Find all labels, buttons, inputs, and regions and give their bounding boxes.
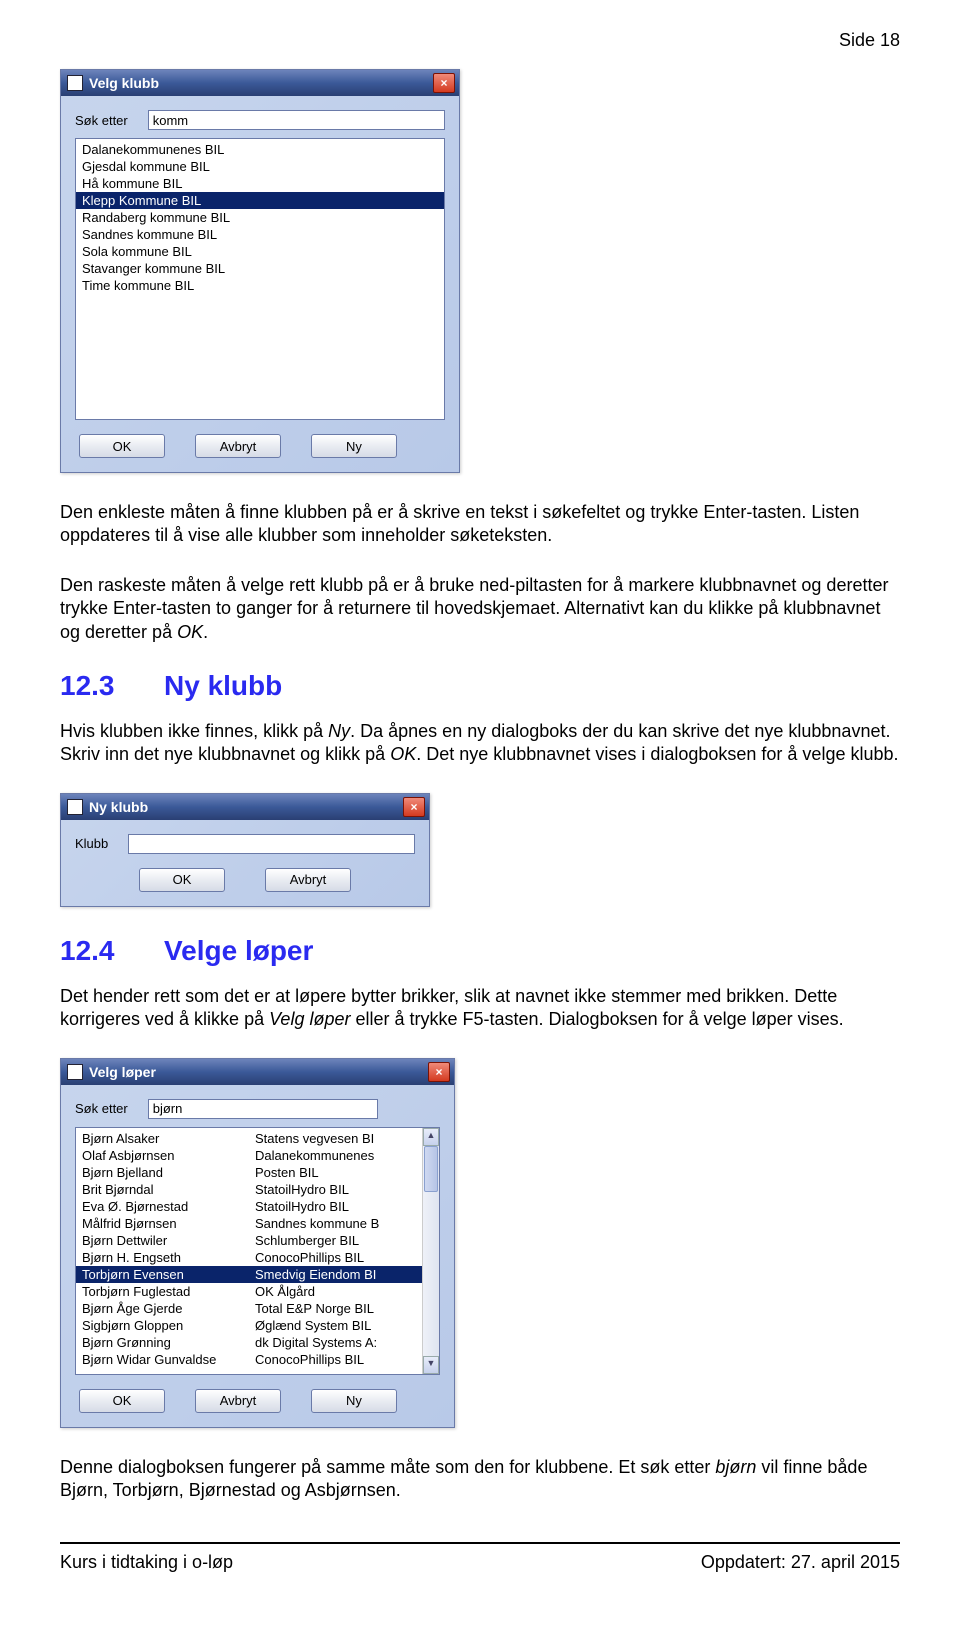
list-item[interactable]: Sola kommune BIL	[76, 243, 444, 260]
list-item[interactable]: StatoilHydro BIL	[249, 1198, 422, 1215]
section-title: Ny klubb	[164, 670, 282, 701]
list-item[interactable]: StatoilHydro BIL	[249, 1181, 422, 1198]
scroll-up-icon[interactable]: ▲	[423, 1128, 439, 1146]
titlebar: Velg løper ×	[61, 1059, 454, 1085]
section-title: Velge løper	[164, 935, 313, 966]
klubb-listbox[interactable]: Dalanekommunenes BILGjesdal kommune BILH…	[75, 138, 445, 420]
text: eller å trykke F5-tasten. Dialogboksen f…	[350, 1009, 843, 1029]
list-item[interactable]: dk Digital Systems A:	[249, 1334, 422, 1351]
list-item[interactable]: ConocoPhillips BIL	[249, 1351, 422, 1368]
dialog-velg-loper: Velg løper × Søk etter Bjørn AlsakerOlaf…	[60, 1058, 455, 1428]
list-item[interactable]: Bjørn Åge Gjerde	[76, 1300, 249, 1317]
scroll-thumb[interactable]	[424, 1146, 438, 1192]
list-item[interactable]: Bjørn Bjelland	[76, 1164, 249, 1181]
footer-rule	[60, 1542, 900, 1544]
list-item[interactable]: Hå kommune BIL	[76, 175, 444, 192]
app-icon	[67, 799, 83, 815]
list-item[interactable]: Eva Ø. Bjørnestad	[76, 1198, 249, 1215]
list-item[interactable]: Stavanger kommune BIL	[76, 260, 444, 277]
list-item[interactable]: Schlumberger BIL	[249, 1232, 422, 1249]
list-item[interactable]: Total E&P Norge BIL	[249, 1300, 422, 1317]
app-icon	[67, 1064, 83, 1080]
paragraph: Den raskeste måten å velge rett klubb på…	[60, 574, 900, 644]
list-item[interactable]: Torbjørn Fuglestad	[76, 1283, 249, 1300]
list-item[interactable]: Statens vegvesen BI	[249, 1130, 422, 1147]
close-icon[interactable]: ×	[428, 1062, 450, 1082]
page-number: Side 18	[60, 30, 900, 51]
footer-left: Kurs i tidtaking i o-løp	[60, 1552, 233, 1573]
list-item[interactable]: Torbjørn Evensen	[76, 1266, 249, 1283]
list-item[interactable]: Sigbjørn Gloppen	[76, 1317, 249, 1334]
list-item[interactable]: Bjørn Alsaker	[76, 1130, 249, 1147]
paragraph: Den enkleste måten å finne klubben på er…	[60, 501, 900, 548]
ok-button[interactable]: OK	[79, 434, 165, 458]
text-italic: OK	[390, 744, 416, 764]
text: .	[203, 622, 208, 642]
list-item[interactable]: Bjørn H. Engseth	[76, 1249, 249, 1266]
footer: Kurs i tidtaking i o-løp Oppdatert: 27. …	[60, 1552, 900, 1573]
section-heading-12-3: 12.3Ny klubb	[60, 670, 900, 702]
titlebar: Velg klubb ×	[61, 70, 459, 96]
titlebar: Ny klubb ×	[61, 794, 429, 820]
text: . Det nye klubbnavnet vises i dialogboks…	[416, 744, 898, 764]
close-icon[interactable]: ×	[403, 797, 425, 817]
new-button[interactable]: Ny	[311, 1389, 397, 1413]
text-italic: Velg løper	[269, 1009, 350, 1029]
dialog-title: Velg klubb	[89, 75, 159, 91]
paragraph: Denne dialogboksen fungerer på samme måt…	[60, 1456, 900, 1503]
footer-right: Oppdatert: 27. april 2015	[701, 1552, 900, 1573]
section-number: 12.3	[60, 670, 164, 702]
klubb-input[interactable]	[128, 834, 415, 854]
list-item[interactable]: Randaberg kommune BIL	[76, 209, 444, 226]
paragraph: Det hender rett som det er at løpere byt…	[60, 985, 900, 1032]
app-icon	[67, 75, 83, 91]
list-item[interactable]: Gjesdal kommune BIL	[76, 158, 444, 175]
search-input[interactable]	[148, 110, 445, 130]
list-item[interactable]: Brit Bjørndal	[76, 1181, 249, 1198]
text-italic: Ny	[328, 721, 350, 741]
section-heading-12-4: 12.4Velge løper	[60, 935, 900, 967]
cancel-button[interactable]: Avbryt	[195, 1389, 281, 1413]
list-item[interactable]: Dalanekommunenes BIL	[76, 141, 444, 158]
dialog-velg-klubb: Velg klubb × Søk etter Dalanekommunenes …	[60, 69, 460, 473]
close-icon[interactable]: ×	[433, 73, 455, 93]
scroll-track[interactable]	[423, 1146, 439, 1356]
paragraph: Hvis klubben ikke finnes, klikk på Ny . D…	[60, 720, 900, 767]
scroll-down-icon[interactable]: ▼	[423, 1356, 439, 1374]
text-italic: OK	[177, 622, 203, 642]
scrollbar[interactable]: ▲ ▼	[422, 1128, 439, 1374]
list-item[interactable]: Posten BIL	[249, 1164, 422, 1181]
list-item[interactable]: Klepp Kommune BIL	[76, 192, 444, 209]
new-button[interactable]: Ny	[311, 434, 397, 458]
list-item[interactable]: Time kommune BIL	[76, 277, 444, 294]
list-item[interactable]: Bjørn Dettwiler	[76, 1232, 249, 1249]
dialog-ny-klubb: Ny klubb × Klubb OK Avbryt	[60, 793, 430, 907]
dialog-title: Ny klubb	[89, 799, 148, 815]
list-item[interactable]: Bjørn Widar Gunvaldse	[76, 1351, 249, 1368]
ok-button[interactable]: OK	[139, 868, 225, 892]
list-item[interactable]: Målfrid Bjørnsen	[76, 1215, 249, 1232]
list-item[interactable]: Bjørn Grønning	[76, 1334, 249, 1351]
cancel-button[interactable]: Avbryt	[265, 868, 351, 892]
ok-button[interactable]: OK	[79, 1389, 165, 1413]
section-number: 12.4	[60, 935, 164, 967]
search-label: Søk etter	[75, 1101, 128, 1116]
list-item[interactable]: Sandnes kommune BIL	[76, 226, 444, 243]
search-label: Søk etter	[75, 113, 128, 128]
klubb-label: Klubb	[75, 836, 108, 851]
text: Hvis klubben ikke finnes, klikk på	[60, 721, 328, 741]
search-input[interactable]	[148, 1099, 378, 1119]
list-item[interactable]: Olaf Asbjørnsen	[76, 1147, 249, 1164]
list-item[interactable]: ConocoPhillips BIL	[249, 1249, 422, 1266]
text-italic: bjørn	[715, 1457, 756, 1477]
loper-listbox[interactable]: Bjørn AlsakerOlaf AsbjørnsenBjørn Bjella…	[75, 1127, 440, 1375]
text: Denne dialogboksen fungerer på samme måt…	[60, 1457, 715, 1477]
list-item[interactable]: Dalanekommunenes	[249, 1147, 422, 1164]
list-item[interactable]: Øglænd System BIL	[249, 1317, 422, 1334]
list-item[interactable]: OK Ålgård	[249, 1283, 422, 1300]
dialog-title: Velg løper	[89, 1064, 156, 1080]
cancel-button[interactable]: Avbryt	[195, 434, 281, 458]
list-item[interactable]: Smedvig Eiendom BI	[249, 1266, 422, 1283]
list-item[interactable]: Sandnes kommune B	[249, 1215, 422, 1232]
